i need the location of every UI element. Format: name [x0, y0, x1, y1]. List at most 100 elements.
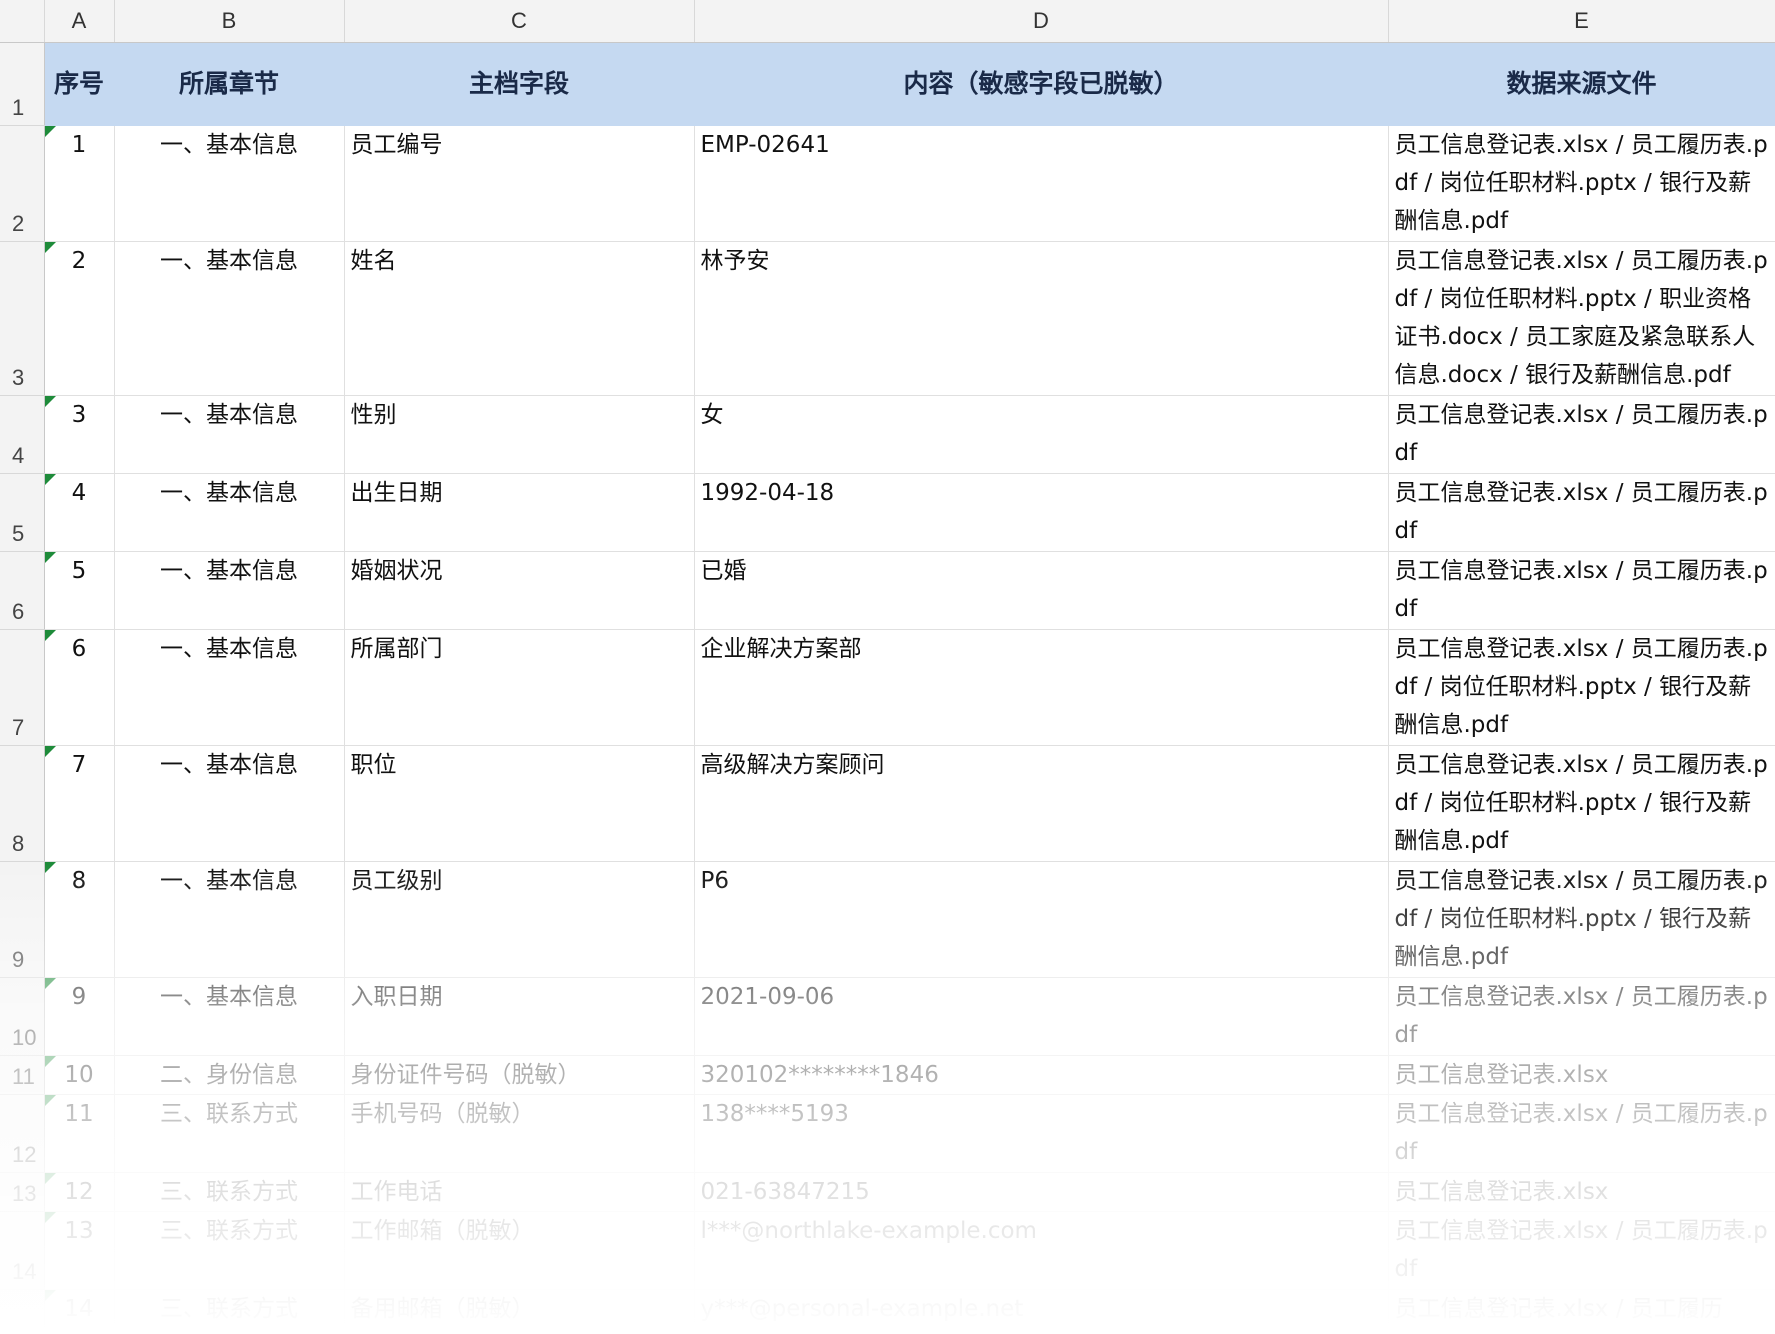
cell-field[interactable]: 手机号码（脱敏）: [344, 1094, 695, 1173]
header-cell-content[interactable]: 内容（敏感字段已脱敏）: [694, 42, 1389, 126]
table-row: 3 2 一、基本信息 姓名 林予安 员工信息登记表.xlsx / 员工履历表.pdf / …: [0, 241, 1775, 396]
cell-field[interactable]: 出生日期: [344, 473, 695, 552]
cell-source[interactable]: 员工信息登记表.xlsx / 员工履历表.pdf / 岗位任职材料.pptx /…: [1388, 125, 1775, 242]
cell-content[interactable]: l***@northlake-example.com: [694, 1211, 1389, 1290]
cell-section[interactable]: 二、身份信息: [114, 1055, 345, 1095]
column-header-a[interactable]: A: [44, 0, 115, 43]
cell-content[interactable]: y***@personal-example.net: [694, 1289, 1389, 1334]
cell-field[interactable]: 工作邮箱（脱敏）: [344, 1211, 695, 1290]
cell-content[interactable]: 2021-09-06: [694, 977, 1389, 1056]
cell-seq[interactable]: 1: [44, 125, 115, 242]
cell-section[interactable]: 一、基本信息: [114, 861, 345, 978]
header-cell-section[interactable]: 所属章节: [114, 42, 345, 126]
row-header[interactable]: 6: [0, 551, 45, 630]
column-header-c[interactable]: C: [344, 0, 695, 43]
cell-section[interactable]: 一、基本信息: [114, 977, 345, 1056]
cell-source[interactable]: 员工信息登记表.xlsx / 员工履历表.pdf: [1388, 551, 1775, 630]
cell-section[interactable]: 一、基本信息: [114, 395, 345, 474]
cell-field[interactable]: 员工编号: [344, 125, 695, 242]
cell-source[interactable]: 员工信息登记表.xlsx / 员工履历表.pdf: [1388, 1211, 1775, 1290]
cell-content[interactable]: EMP-02641: [694, 125, 1389, 242]
cell-content[interactable]: 021-63847215: [694, 1172, 1389, 1212]
row-header[interactable]: 1: [0, 42, 45, 126]
cell-seq[interactable]: 6: [44, 629, 115, 746]
cell-content[interactable]: 138****5193: [694, 1094, 1389, 1173]
cell-section[interactable]: 一、基本信息: [114, 745, 345, 862]
row-header[interactable]: 14: [0, 1211, 45, 1290]
cell-seq[interactable]: 4: [44, 473, 115, 552]
cell-source[interactable]: 员工信息登记表.xlsx / 员工履历表.pdf: [1388, 473, 1775, 552]
row-header[interactable]: 2: [0, 125, 45, 242]
header-cell-seq[interactable]: 序号: [44, 42, 115, 126]
cell-section[interactable]: 三、联系方式: [114, 1289, 345, 1334]
cell-field[interactable]: 婚姻状况: [344, 551, 695, 630]
cell-field[interactable]: 身份证件号码（脱敏）: [344, 1055, 695, 1095]
select-all-corner[interactable]: [0, 0, 45, 43]
cell-seq[interactable]: 2: [44, 241, 115, 396]
cell-section[interactable]: 三、联系方式: [114, 1094, 345, 1173]
row-header[interactable]: 9: [0, 861, 45, 978]
cell-content[interactable]: P6: [694, 861, 1389, 978]
cell-seq[interactable]: 10: [44, 1055, 115, 1095]
cell-section[interactable]: 一、基本信息: [114, 125, 345, 242]
cell-seq[interactable]: 5: [44, 551, 115, 630]
cell-seq[interactable]: 14: [44, 1289, 115, 1334]
cell-content[interactable]: 企业解决方案部: [694, 629, 1389, 746]
cell-field[interactable]: 姓名: [344, 241, 695, 396]
row-header[interactable]: 8: [0, 745, 45, 862]
row-header[interactable]: 13: [0, 1172, 45, 1212]
cell-source[interactable]: 员工信息登记表.xlsx / 员工履历表.pdf / 岗位任职材料.pptx /…: [1388, 629, 1775, 746]
column-header-e[interactable]: E: [1388, 0, 1775, 43]
cell-source[interactable]: 员工信息登记表.xlsx / 员工履历表.pdf: [1388, 1094, 1775, 1173]
cell-source[interactable]: 员工信息登记表.xlsx / 员工履历表.pdf / 岗位任职材料.pptx /…: [1388, 241, 1775, 396]
cell-seq[interactable]: 13: [44, 1211, 115, 1290]
cell-content[interactable]: 高级解决方案顾问: [694, 745, 1389, 862]
cell-source[interactable]: 员工信息登记表.xlsx / 员工履历: [1388, 1289, 1775, 1334]
row-header[interactable]: 11: [0, 1055, 45, 1095]
row-header[interactable]: 10: [0, 977, 45, 1056]
header-cell-source[interactable]: 数据来源文件: [1388, 42, 1775, 126]
column-header-b[interactable]: B: [114, 0, 345, 43]
row-header[interactable]: 5: [0, 473, 45, 552]
cell-content[interactable]: 320102********1846: [694, 1055, 1389, 1095]
cell-source[interactable]: 员工信息登记表.xlsx / 员工履历表.pdf: [1388, 977, 1775, 1056]
cell-source[interactable]: 员工信息登记表.xlsx / 员工履历表.pdf / 岗位任职材料.pptx /…: [1388, 745, 1775, 862]
cell-field[interactable]: 员工级别: [344, 861, 695, 978]
cell-source[interactable]: 员工信息登记表.xlsx: [1388, 1172, 1775, 1212]
row-header[interactable]: 7: [0, 629, 45, 746]
cell-content[interactable]: 1992-04-18: [694, 473, 1389, 552]
table-row: 14 三、联系方式 备用邮箱（脱敏） y***@personal-example.ne…: [0, 1289, 1775, 1334]
cell-section[interactable]: 三、联系方式: [114, 1172, 345, 1212]
row-header[interactable]: 3: [0, 241, 45, 396]
cell-seq[interactable]: 3: [44, 395, 115, 474]
column-header-d[interactable]: D: [694, 0, 1389, 43]
cell-section[interactable]: 一、基本信息: [114, 473, 345, 552]
cell-field[interactable]: 备用邮箱（脱敏）: [344, 1289, 695, 1334]
cell-seq[interactable]: 8: [44, 861, 115, 978]
cell-seq[interactable]: 7: [44, 745, 115, 862]
row-header[interactable]: 12: [0, 1094, 45, 1173]
cell-source[interactable]: 员工信息登记表.xlsx: [1388, 1055, 1775, 1095]
cell-field[interactable]: 所属部门: [344, 629, 695, 746]
row-header[interactable]: 4: [0, 395, 45, 474]
cell-content[interactable]: 林予安: [694, 241, 1389, 396]
cell-field[interactable]: 工作电话: [344, 1172, 695, 1212]
cell-section[interactable]: 一、基本信息: [114, 241, 345, 396]
cell-seq[interactable]: 12: [44, 1172, 115, 1212]
cell-field[interactable]: 职位: [344, 745, 695, 862]
row-header[interactable]: [0, 1289, 45, 1334]
header-cell-field[interactable]: 主档字段: [344, 42, 695, 126]
spreadsheet: A B C D E 1 序号 所属章节 主档字段 内容（敏感字段已脱敏） 数据来…: [0, 0, 1775, 1334]
cell-seq[interactable]: 11: [44, 1094, 115, 1173]
cell-seq[interactable]: 9: [44, 977, 115, 1056]
cell-section[interactable]: 三、联系方式: [114, 1211, 345, 1290]
cell-field[interactable]: 入职日期: [344, 977, 695, 1056]
cell-field[interactable]: 性别: [344, 395, 695, 474]
data-grid: A B C D E 1 序号 所属章节 主档字段 内容（敏感字段已脱敏） 数据来…: [0, 0, 1775, 1334]
cell-content[interactable]: 已婚: [694, 551, 1389, 630]
cell-content[interactable]: 女: [694, 395, 1389, 474]
cell-section[interactable]: 一、基本信息: [114, 629, 345, 746]
cell-section[interactable]: 一、基本信息: [114, 551, 345, 630]
cell-source[interactable]: 员工信息登记表.xlsx / 员工履历表.pdf / 岗位任职材料.pptx /…: [1388, 861, 1775, 978]
cell-source[interactable]: 员工信息登记表.xlsx / 员工履历表.pdf: [1388, 395, 1775, 474]
